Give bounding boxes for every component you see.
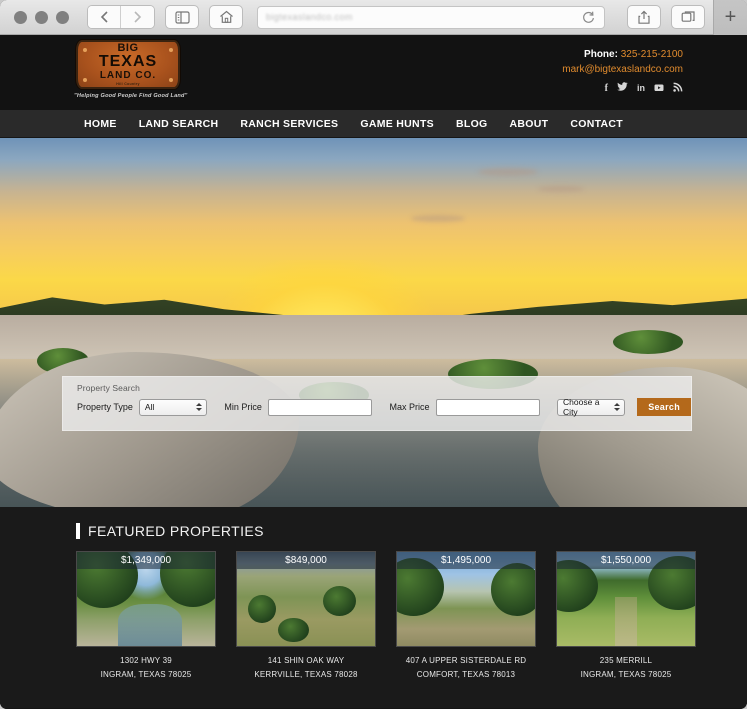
header-contact-info: Phone: 325-215-2100 mark@bigtexaslandco.…	[562, 47, 683, 95]
close-window-button[interactable]	[14, 10, 27, 24]
site-logo[interactable]: BIG TEXAS LAND CO. Hill Country "Helping…	[74, 40, 188, 99]
section-title-text: FEATURED PROPERTIES	[88, 523, 264, 539]
page-content: BIG TEXAS LAND CO. Hill Country "Helping…	[0, 35, 747, 709]
email-link[interactable]: mark@bigtexaslandco.com	[562, 62, 683, 77]
logo-line-1: BIG	[117, 41, 139, 54]
chevron-updown-icon	[614, 403, 621, 411]
tree-icon	[490, 563, 535, 616]
nav-item-land-search[interactable]: LAND SEARCH	[139, 118, 219, 130]
minimize-window-button[interactable]	[35, 10, 48, 24]
facebook-icon[interactable]: f	[605, 83, 608, 94]
nav-item-about[interactable]: ABOUT	[510, 118, 549, 130]
property-search-row: Property Type All Min Price Max Price Ch…	[77, 397, 692, 417]
window-traffic-lights	[14, 10, 69, 24]
search-button[interactable]: Search	[637, 398, 692, 416]
city-select-value: Choose a City	[563, 397, 600, 417]
home-icon[interactable]	[209, 5, 243, 29]
property-address: 141 SHIN OAK WAY KERRVILLE, TEXAS 78028	[236, 654, 376, 682]
hero-bush	[612, 329, 683, 354]
min-price-label: Min Price	[224, 402, 262, 412]
youtube-icon[interactable]	[654, 83, 664, 95]
browser-window: bigtexaslandco.com + BIG TEXAS LAND CO. …	[0, 0, 747, 709]
logo-badge: BIG TEXAS LAND CO. Hill Country	[76, 40, 180, 89]
property-address: 235 MERRILL INGRAM, TEXAS 78025	[556, 654, 696, 682]
property-street: 1302 HWY 39	[120, 656, 172, 665]
property-card[interactable]: $1,349,000 1302 HWY 39 INGRAM, TEXAS 780…	[76, 551, 216, 682]
property-thumbnail[interactable]: $1,495,000	[396, 551, 536, 647]
forward-button[interactable]	[121, 6, 154, 28]
nav-item-contact[interactable]: CONTACT	[570, 118, 623, 130]
tab-overview-icon[interactable]	[671, 5, 705, 29]
property-price: $1,349,000	[77, 552, 215, 569]
property-type-value: All	[144, 402, 155, 412]
property-card-list: $1,349,000 1302 HWY 39 INGRAM, TEXAS 780…	[76, 551, 747, 682]
property-price: $849,000	[237, 552, 375, 569]
property-street: 141 SHIN OAK WAY	[267, 656, 345, 665]
property-thumbnail[interactable]: $849,000	[236, 551, 376, 647]
tree-icon	[278, 617, 309, 643]
logo-line-3: LAND CO.	[99, 69, 157, 81]
sidebar-icon[interactable]	[165, 5, 199, 29]
logo-line-2: TEXAS	[98, 52, 158, 70]
rss-icon[interactable]	[673, 82, 683, 95]
property-thumbnail[interactable]: $1,550,000	[556, 551, 696, 647]
min-price-input[interactable]	[267, 398, 372, 416]
property-price: $1,550,000	[557, 552, 695, 569]
nav-item-game-hunts[interactable]: GAME HUNTS	[360, 118, 434, 130]
hero-banner: Property Search Property Type All Min Pr…	[0, 138, 747, 507]
site-header: BIG TEXAS LAND CO. Hill Country "Helping…	[0, 35, 747, 111]
max-price-input[interactable]	[435, 398, 540, 416]
property-street: 407 A UPPER SISTERDALE RD	[405, 656, 527, 665]
nav-item-ranch-services[interactable]: RANCH SERVICES	[240, 118, 338, 130]
hero-cloud	[478, 167, 539, 176]
twitter-icon[interactable]	[617, 82, 628, 95]
phone-label: Phone:	[584, 49, 618, 60]
property-street: 235 MERRILL	[599, 656, 653, 665]
city-select[interactable]: Choose a City	[557, 397, 626, 417]
max-price-label: Max Price	[389, 402, 430, 412]
tree-icon	[322, 585, 356, 616]
featured-properties-section: FEATURED PROPERTIES $1,349,000 1302 HWY …	[0, 507, 747, 708]
back-button[interactable]	[88, 6, 121, 28]
site-tagline: "Helping Good People Find Good Land"	[74, 93, 188, 99]
property-city: INGRAM, TEXAS 78025	[100, 670, 192, 679]
nav-item-home[interactable]: HOME	[84, 118, 117, 130]
new-tab-button[interactable]: +	[713, 0, 747, 35]
property-card[interactable]: $1,550,000 235 MERRILL INGRAM, TEXAS 780…	[556, 551, 696, 682]
section-title: FEATURED PROPERTIES	[76, 523, 747, 539]
property-search-panel: Property Search Property Type All Min Pr…	[62, 376, 692, 431]
property-type-select[interactable]: All	[138, 398, 207, 416]
browser-toolbar: bigtexaslandco.com +	[0, 0, 747, 35]
hero-cloud	[537, 185, 584, 192]
property-search-title: Property Search	[77, 383, 140, 393]
property-card[interactable]: $1,495,000 407 A UPPER SISTERDALE RD COM…	[396, 551, 536, 682]
tree-icon	[248, 595, 276, 624]
phone-number[interactable]: 325-215-2100	[621, 49, 683, 60]
property-card[interactable]: $849,000 141 SHIN OAK WAY KERRVILLE, TEX…	[236, 551, 376, 682]
property-city: COMFORT, TEXAS 78013	[416, 670, 516, 679]
property-price: $1,495,000	[397, 552, 535, 569]
property-city: KERRVILLE, TEXAS 78028	[254, 670, 358, 679]
maximize-window-button[interactable]	[56, 10, 69, 24]
property-address: 1302 HWY 39 INGRAM, TEXAS 78025	[76, 654, 216, 682]
social-links: f in	[562, 82, 683, 95]
navigation-buttons	[87, 5, 243, 29]
reload-icon[interactable]	[581, 10, 596, 25]
property-type-label: Property Type	[77, 402, 133, 412]
nav-item-blog[interactable]: BLOG	[456, 118, 488, 130]
main-navigation: HOME LAND SEARCH RANCH SERVICES GAME HUN…	[0, 111, 747, 138]
address-bar[interactable]: bigtexaslandco.com	[257, 5, 605, 29]
property-address: 407 A UPPER SISTERDALE RD COMFORT, TEXAS…	[396, 654, 536, 682]
address-bar-wrapper: bigtexaslandco.com	[257, 5, 605, 29]
logo-line-4: Hill Country	[116, 81, 140, 86]
section-title-accent-bar	[76, 523, 80, 539]
linkedin-icon[interactable]: in	[637, 83, 645, 94]
chevron-updown-icon	[195, 403, 202, 411]
property-city: INGRAM, TEXAS 78025	[580, 670, 672, 679]
address-bar-text: bigtexaslandco.com	[266, 12, 353, 22]
phone-line: Phone: 325-215-2100	[562, 47, 683, 62]
share-icon[interactable]	[627, 5, 661, 29]
property-thumbnail[interactable]: $1,349,000	[76, 551, 216, 647]
